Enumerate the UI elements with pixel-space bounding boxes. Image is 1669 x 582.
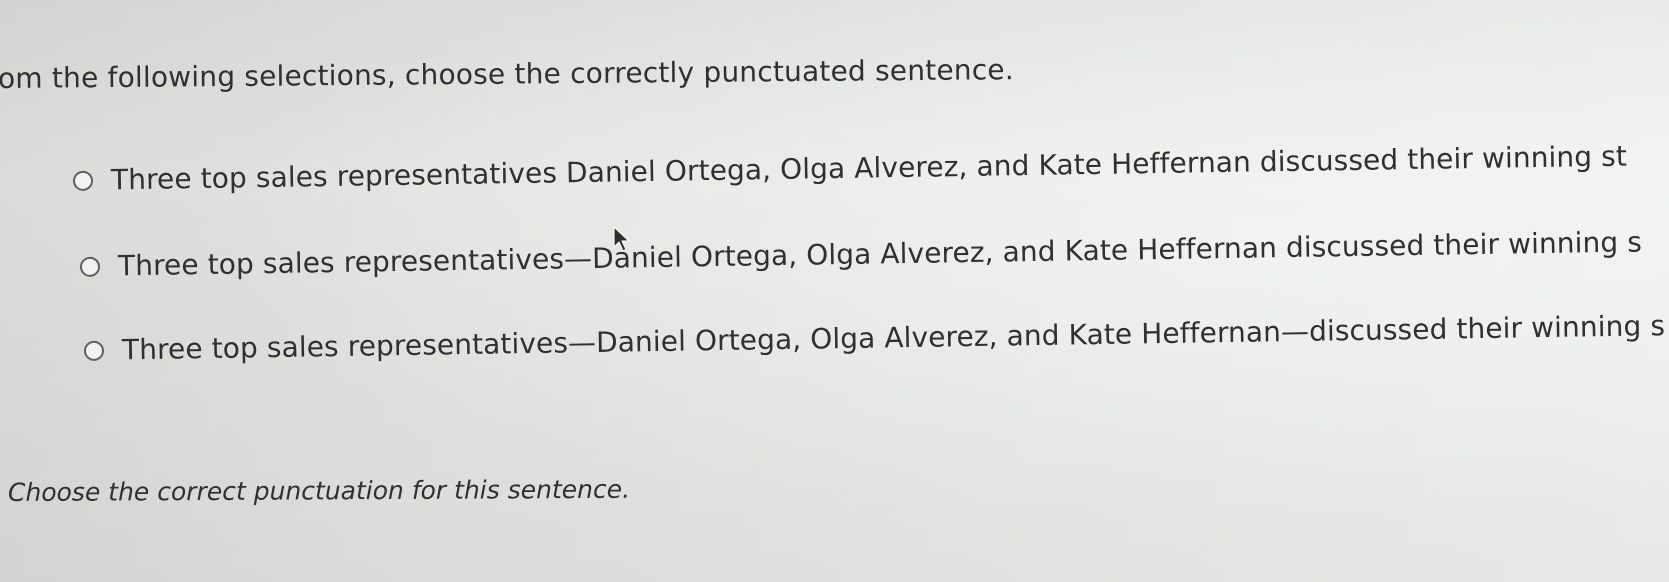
answer-option-1[interactable]: Three top sales representatives Daniel O…: [72, 139, 1628, 197]
instruction-text: Choose the correct punctuation for this …: [7, 474, 631, 507]
answer-option-3[interactable]: Three top sales representatives—Daniel O…: [83, 309, 1666, 367]
question-prompt: om the following selections, choose the …: [0, 53, 1014, 95]
radio-button-icon[interactable]: [72, 170, 94, 191]
radio-button-icon[interactable]: [83, 340, 105, 361]
radio-button-icon[interactable]: [79, 256, 101, 277]
answer-option-label: Three top sales representatives—Daniel O…: [117, 225, 1643, 283]
answer-option-label: Three top sales representatives Daniel O…: [110, 139, 1628, 197]
mouse-pointer-icon: [613, 226, 630, 252]
answer-option-2[interactable]: Three top sales representatives—Daniel O…: [79, 225, 1643, 283]
answer-option-label: Three top sales representatives—Daniel O…: [121, 309, 1666, 367]
